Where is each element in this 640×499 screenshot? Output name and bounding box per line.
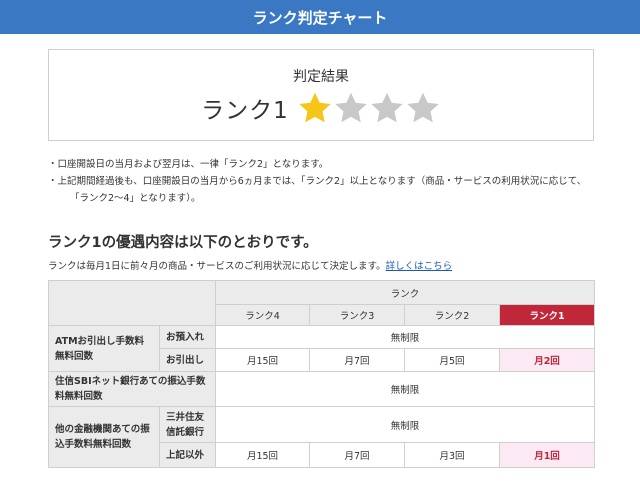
- page-header: ランク判定チャート: [0, 0, 640, 34]
- row-header-sbi-transfer: 住信SBIネット銀行あての振込手数料無料回数: [48, 371, 216, 407]
- table-corner-cell: [48, 280, 216, 326]
- rank-column-header: ランク3: [309, 304, 405, 326]
- result-box: 判定結果 ランク1: [48, 49, 594, 141]
- other-transfer-value: 月15回: [215, 442, 310, 468]
- other-transfer-value-active: 月1回: [498, 442, 596, 468]
- rank-group-header: ランク: [214, 280, 596, 305]
- benefits-description-text: ランクは毎月1日に前々月の商品・サービスのご利用状況に応じて決定します。: [48, 261, 386, 272]
- notes: ・口座開設日の当月および翌月は、一律「ランク2」となります。 ・上記期間経過後も…: [48, 156, 608, 207]
- rank-benefits-table: ランク ランク4 ランク3 ランク2 ランク1 ATMお引出し手数料無料回数 お…: [48, 280, 596, 468]
- note-item-continued: 「ランク2〜4」となります）。: [70, 193, 201, 204]
- rank-column-header: ランク4: [215, 304, 310, 326]
- benefits-heading: ランク1の優遇内容は以下のとおりです。: [48, 235, 318, 251]
- note-item: ・上記期間経過後も、口座開設日の当月から6ヵ月までは、「ランク2」以上となります…: [48, 176, 587, 187]
- smtb-transfer-value: 無制限: [214, 406, 596, 443]
- rank-column-header: ランク2: [404, 304, 500, 326]
- result-heading: 判定結果: [293, 69, 349, 85]
- result-rank-label: ランク1: [201, 98, 289, 124]
- rank-stars: [297, 90, 441, 126]
- atm-withdraw-value: 月7回: [309, 348, 405, 372]
- note-item: ・口座開設日の当月および翌月は、一律「ランク2」となります。: [48, 159, 329, 170]
- row-header-atm: ATMお引出し手数料無料回数: [48, 325, 160, 372]
- subrow-header-smtb: 三井住友信託銀行: [159, 406, 216, 443]
- other-transfer-value: 月7回: [309, 442, 405, 468]
- rank-column-header-active: ランク1: [498, 304, 596, 326]
- sbi-transfer-value: 無制限: [214, 371, 596, 407]
- benefits-description: ランクは毎月1日に前々月の商品・サービスのご利用状況に応じて決定します。詳しくは…: [48, 258, 452, 272]
- star-empty-icon: [371, 92, 403, 123]
- subrow-header-others: 上記以外: [159, 442, 216, 468]
- star-empty-icon: [335, 92, 367, 123]
- other-transfer-value: 月3回: [404, 442, 500, 468]
- subrow-header-deposit: お預入れ: [159, 325, 216, 349]
- details-link[interactable]: 詳しくはこちら: [386, 261, 453, 272]
- atm-deposit-value: 無制限: [214, 325, 596, 349]
- atm-withdraw-value: 月5回: [404, 348, 500, 372]
- atm-withdraw-value: 月15回: [215, 348, 310, 372]
- star-empty-icon: [407, 92, 439, 123]
- page-title: ランク判定チャート: [252, 8, 388, 27]
- atm-withdraw-value-active: 月2回: [498, 348, 596, 372]
- row-header-other-transfer: 他の金融機関あての振込手数料無料回数: [48, 406, 160, 468]
- star-filled-icon: [299, 92, 331, 123]
- subrow-header-withdraw: お引出し: [159, 348, 216, 372]
- result-rank-row: ランク1: [49, 90, 593, 126]
